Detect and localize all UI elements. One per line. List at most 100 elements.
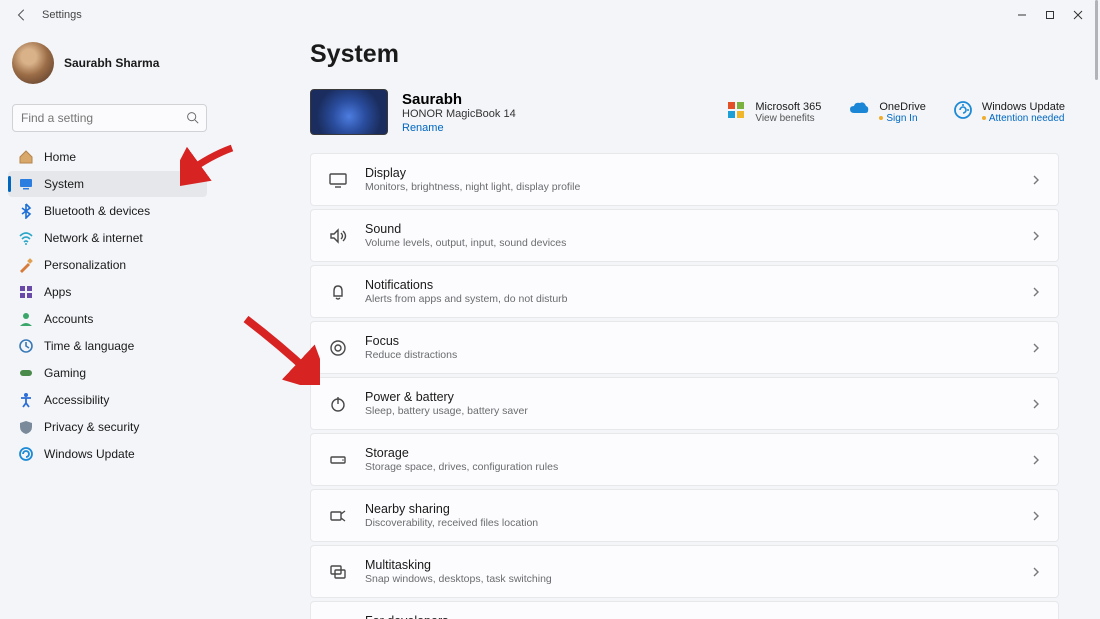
avatar [12,42,54,84]
settings-card-focus[interactable]: Focus Reduce distractions [310,321,1059,374]
sidebar-item-label: Gaming [44,366,86,380]
device-name: Saurabh [402,91,516,108]
card-title: For developers [365,614,1014,619]
notifications-icon [327,282,349,302]
maximize-button[interactable] [1036,3,1064,27]
titlebar: Settings [0,0,1100,30]
header-card-sub: Sign In [879,113,925,124]
settings-card-multitasking[interactable]: Multitasking Snap windows, desktops, tas… [310,545,1059,598]
chevron-right-icon [1030,342,1042,354]
device-model: HONOR MagicBook 14 [402,108,516,120]
sidebar: Saurabh Sharma Home System Bluetooth & dev… [0,30,225,619]
update-icon [18,446,34,462]
gaming-icon [18,365,34,381]
card-subtitle: Discoverability, received files location [365,517,1014,529]
scrollbar-thumb[interactable] [1095,0,1098,80]
card-title: Focus [365,334,1014,348]
privacy-icon [18,419,34,435]
status-dot-icon [982,116,986,120]
main-content: System Saurabh HONOR MagicBook 14 Rename… [225,30,1100,619]
card-title: Nearby sharing [365,502,1014,516]
profile-block[interactable]: Saurabh Sharma [8,38,225,104]
header-card-wupdate[interactable]: Windows Update Attention needed [954,101,1065,124]
header-card-m365[interactable]: Microsoft 365 View benefits [727,101,821,124]
sidebar-item-label: Bluetooth & devices [44,204,150,218]
chevron-right-icon [1030,566,1042,578]
sidebar-item-system[interactable]: System [8,171,207,197]
onedrive-icon [849,101,869,115]
home-icon [18,149,34,165]
header-card-title: OneDrive [879,101,925,113]
settings-card-notifications[interactable]: Notifications Alerts from apps and syste… [310,265,1059,318]
settings-card-for-developers[interactable]: For developers These settings are intend… [310,601,1059,619]
card-title: Power & battery [365,390,1014,404]
minimize-button[interactable] [1008,3,1036,27]
sidebar-item-gaming[interactable]: Gaming [8,360,207,386]
wupdate-icon [954,101,972,119]
status-dot-icon [879,116,883,120]
card-subtitle: Snap windows, desktops, task switching [365,573,1014,585]
sidebar-item-label: Home [44,150,76,164]
card-subtitle: Reduce distractions [365,349,1014,361]
accounts-icon [18,311,34,327]
card-subtitle: Volume levels, output, input, sound devi… [365,237,1014,249]
window-title: Settings [42,9,82,21]
sidebar-item-personalization[interactable]: Personalization [8,252,207,278]
sidebar-item-label: Apps [44,285,71,299]
profile-name: Saurabh Sharma [64,56,159,70]
sidebar-item-privacy-security[interactable]: Privacy & security [8,414,207,440]
sidebar-item-time-language[interactable]: Time & language [8,333,207,359]
settings-card-nearby-sharing[interactable]: Nearby sharing Discoverability, received… [310,489,1059,542]
header-card-sub: Attention needed [982,113,1065,124]
apps-icon [18,284,34,300]
card-title: Display [365,166,1014,180]
network-icon [18,230,34,246]
sidebar-item-windows-update[interactable]: Windows Update [8,441,207,467]
sidebar-item-home[interactable]: Home [8,144,207,170]
settings-card-storage[interactable]: Storage Storage space, drives, configura… [310,433,1059,486]
header-card-title: Windows Update [982,101,1065,113]
nearby-icon [327,506,349,526]
sidebar-item-accessibility[interactable]: Accessibility [8,387,207,413]
search-icon [186,111,199,124]
system-icon [18,176,34,192]
sidebar-item-label: System [44,177,84,191]
header-card-title: Microsoft 365 [755,101,821,113]
close-button[interactable] [1064,3,1092,27]
card-subtitle: Storage space, drives, configuration rul… [365,461,1014,473]
sidebar-item-label: Privacy & security [44,420,139,434]
settings-card-sound[interactable]: Sound Volume levels, output, input, soun… [310,209,1059,262]
chevron-right-icon [1030,230,1042,242]
sidebar-item-bluetooth-devices[interactable]: Bluetooth & devices [8,198,207,224]
focus-icon [327,338,349,358]
m365-icon [727,101,745,119]
settings-card-power-battery[interactable]: Power & battery Sleep, battery usage, ba… [310,377,1059,430]
chevron-right-icon [1030,286,1042,298]
sidebar-item-label: Accessibility [44,393,109,407]
chevron-right-icon [1030,174,1042,186]
page-title: System [310,40,1065,69]
search-input[interactable] [12,104,207,132]
settings-card-display[interactable]: Display Monitors, brightness, night ligh… [310,153,1059,206]
back-button[interactable] [8,1,36,29]
display-icon [327,170,349,190]
sidebar-item-label: Personalization [44,258,126,272]
sidebar-item-label: Network & internet [44,231,143,245]
arrow-left-icon [15,8,29,22]
bluetooth-icon [18,203,34,219]
accessibility-icon [18,392,34,408]
device-header-row: Saurabh HONOR MagicBook 14 Rename Micros… [310,89,1065,135]
sidebar-item-network-internet[interactable]: Network & internet [8,225,207,251]
sound-icon [327,226,349,246]
card-subtitle: Alerts from apps and system, do not dist… [365,293,1014,305]
sidebar-item-label: Accounts [44,312,93,326]
personalization-icon [18,257,34,273]
storage-icon [327,450,349,470]
card-title: Sound [365,222,1014,236]
power-icon [327,394,349,414]
header-card-onedrive[interactable]: OneDrive Sign In [849,101,925,124]
rename-link[interactable]: Rename [402,122,516,134]
chevron-right-icon [1030,454,1042,466]
sidebar-item-apps[interactable]: Apps [8,279,207,305]
sidebar-item-accounts[interactable]: Accounts [8,306,207,332]
